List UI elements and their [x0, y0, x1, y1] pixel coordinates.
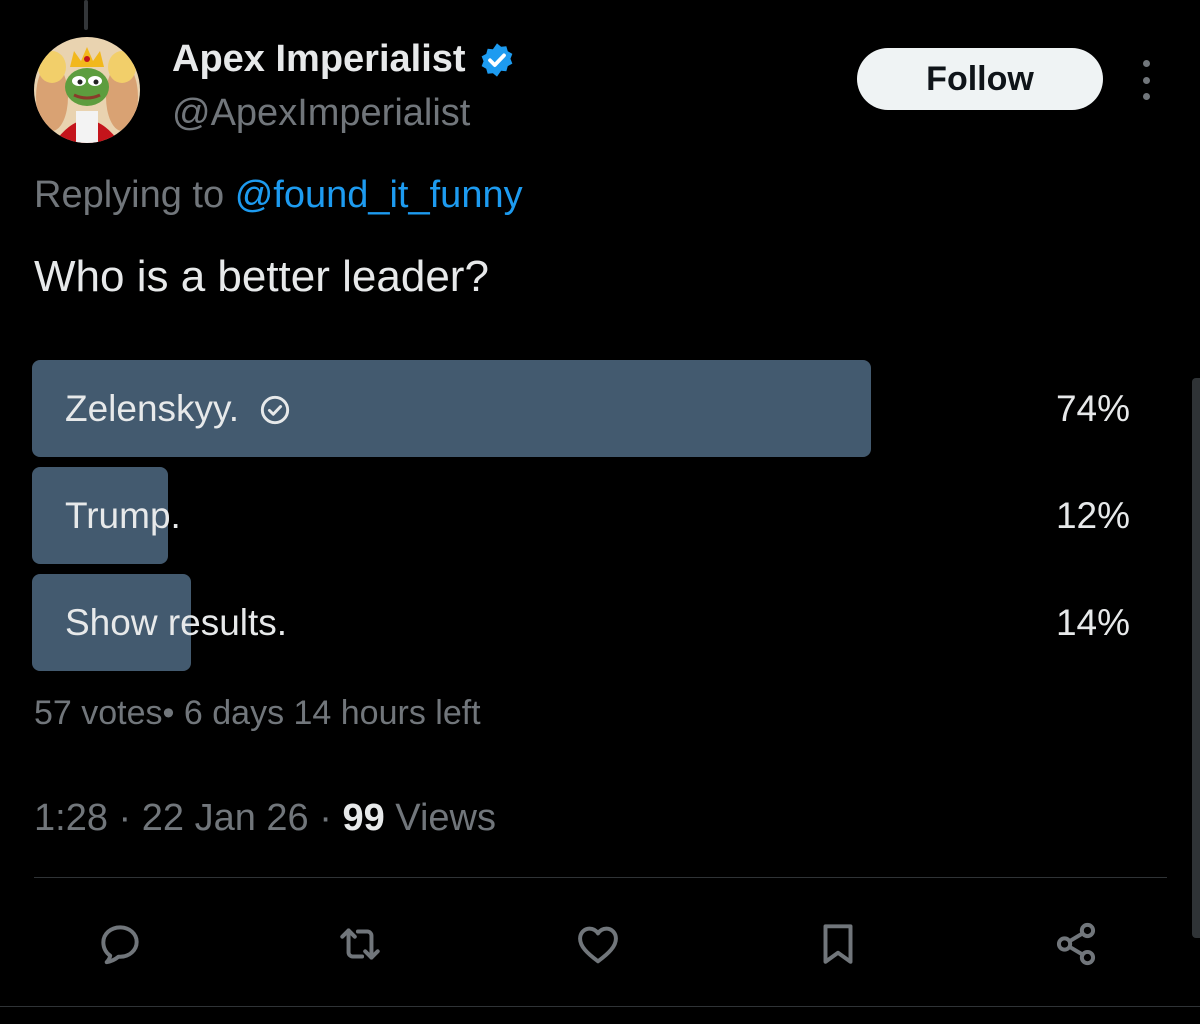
- poll-option-label: Show results.: [65, 601, 288, 643]
- poll-option-3: Show results. 14%: [32, 574, 1132, 671]
- more-options-icon[interactable]: [1130, 60, 1162, 100]
- tweet-time[interactable]: 1:28: [34, 797, 108, 839]
- like-icon[interactable]: [566, 912, 630, 976]
- reply-handle-link[interactable]: @found_it_funny: [235, 174, 523, 216]
- divider: [34, 877, 1167, 878]
- bookmark-icon[interactable]: [806, 912, 870, 976]
- views-label[interactable]: Views: [395, 797, 496, 839]
- check-circle-icon: [259, 393, 291, 425]
- action-bar: [0, 912, 1200, 976]
- poll-option-percent: 14%: [1055, 601, 1130, 643]
- poll-option-2: Trump. 12%: [32, 467, 1132, 564]
- poll-meta: 57 votes• 6 days 14 hours left: [34, 694, 481, 733]
- tweet-timestamp-row: 1:28 · 22 Jan 26 · 99 Views: [34, 797, 496, 840]
- follow-button[interactable]: Follow: [857, 48, 1103, 110]
- poll-time-left: 6 days 14 hours left: [183, 694, 481, 732]
- poll-option-label: Zelenskyy.: [65, 387, 240, 429]
- reply-prefix: Replying to: [34, 174, 225, 216]
- meta-separator: ·: [319, 797, 332, 839]
- poll: Zelenskyy. 74% Trump. 12% Show results. …: [32, 360, 1132, 681]
- author-handle[interactable]: @ApexImperialist: [172, 92, 470, 135]
- poll-option-percent: 12%: [1055, 494, 1130, 536]
- divider: [0, 1006, 1200, 1007]
- poll-option-label: Trump.: [65, 494, 181, 536]
- share-icon[interactable]: [1044, 912, 1108, 976]
- poll-option-percent: 74%: [1055, 387, 1130, 429]
- scrollbar[interactable]: [1192, 378, 1200, 938]
- author-display-name[interactable]: Apex Imperialist: [172, 38, 516, 81]
- verified-badge-icon[interactable]: [478, 41, 516, 79]
- meta-separator: ·: [118, 797, 132, 839]
- tweet-text: Who is a better leader?: [34, 252, 489, 301]
- poll-separator: •: [162, 694, 184, 732]
- avatar[interactable]: [34, 37, 140, 143]
- author-name-text[interactable]: Apex Imperialist: [172, 38, 466, 81]
- poll-option-1: Zelenskyy. 74%: [32, 360, 1132, 457]
- reply-context: Replying to @found_it_funny: [34, 174, 523, 217]
- views-count[interactable]: 99: [342, 797, 384, 839]
- reply-icon[interactable]: [88, 912, 152, 976]
- poll-vote-count: 57 votes: [34, 694, 163, 732]
- repost-icon[interactable]: [328, 912, 392, 976]
- thread-connector-line: [84, 0, 88, 30]
- tweet-date[interactable]: 22 Jan 26: [142, 797, 309, 839]
